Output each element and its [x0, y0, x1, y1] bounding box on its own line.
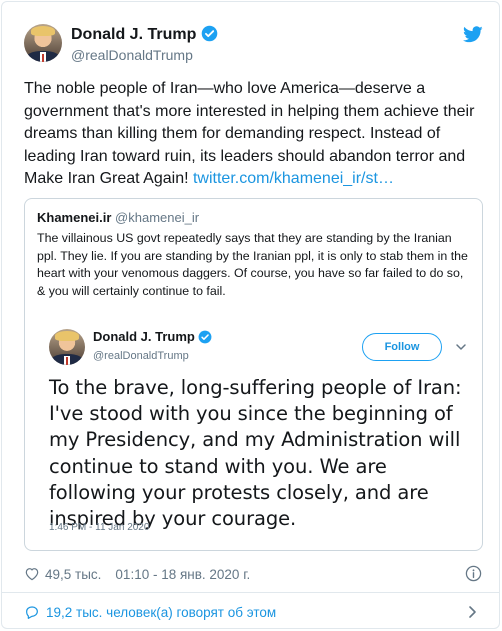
discussion-link[interactable]: 19,2 тыс. человек(а) говорят об этом	[24, 602, 484, 622]
follow-button[interactable]: Follow	[362, 333, 442, 361]
quoted-author-name: Khamenei.ir	[37, 210, 112, 225]
heart-icon[interactable]	[24, 566, 40, 582]
divider	[2, 592, 499, 593]
author-name[interactable]: Donald J. Trump	[71, 26, 196, 43]
quoted-text: The villainous US govt repeatedly says t…	[37, 231, 468, 298]
embedded-author-name[interactable]: Donald J. Trump	[93, 329, 195, 344]
tweet-timestamp[interactable]: 01:10 - 18 янв. 2020 г.	[115, 567, 250, 582]
like-count[interactable]: 49,5 тыс.	[45, 567, 101, 582]
embedded-tweet-time[interactable]: 1:46 PM - 11 Jan 2020	[49, 522, 149, 533]
verified-badge-icon	[199, 330, 212, 344]
tweet-link[interactable]: twitter.com/khamenei_ir/st…	[193, 170, 394, 187]
embedded-tweet-text: To the brave, long-suffering people of I…	[49, 376, 462, 531]
embedded-author-name-row[interactable]: Donald J. Trump	[93, 329, 212, 344]
embedded-tweet[interactable]: Donald J. Trump @realDonaldTrump Follow …	[37, 317, 471, 535]
quoted-author-handle: @khamenei_ir	[115, 210, 200, 225]
discussion-count[interactable]: 19,2 тыс. человек(а) говорят об этом	[46, 605, 276, 620]
verified-badge-icon	[201, 25, 218, 42]
info-icon[interactable]	[465, 565, 482, 582]
chevron-right-icon[interactable]	[468, 605, 477, 619]
author-handle[interactable]: @realDonaldTrump	[71, 47, 193, 63]
embedded-author-avatar[interactable]	[49, 329, 85, 365]
embedded-author-handle[interactable]: @realDonaldTrump	[93, 350, 189, 362]
quoted-header: Khamenei.ir @khamenei_ir	[37, 210, 199, 225]
tweet-text: The noble people of Iran—who love Americ…	[24, 78, 486, 191]
comment-icon	[26, 606, 38, 619]
tweet-meta: 49,5 тыс. 01:10 - 18 янв. 2020 г.	[24, 564, 484, 584]
chevron-down-icon[interactable]	[455, 341, 467, 353]
quoted-tweet[interactable]: Khamenei.ir @khamenei_ir The villainous …	[24, 198, 483, 551]
tweet-card: Donald J. Trump @realDonaldTrump The nob…	[1, 1, 500, 629]
author-name-row[interactable]: Donald J. Trump	[71, 25, 218, 44]
author-avatar[interactable]	[24, 24, 62, 62]
twitter-bird-icon[interactable]	[463, 26, 483, 43]
